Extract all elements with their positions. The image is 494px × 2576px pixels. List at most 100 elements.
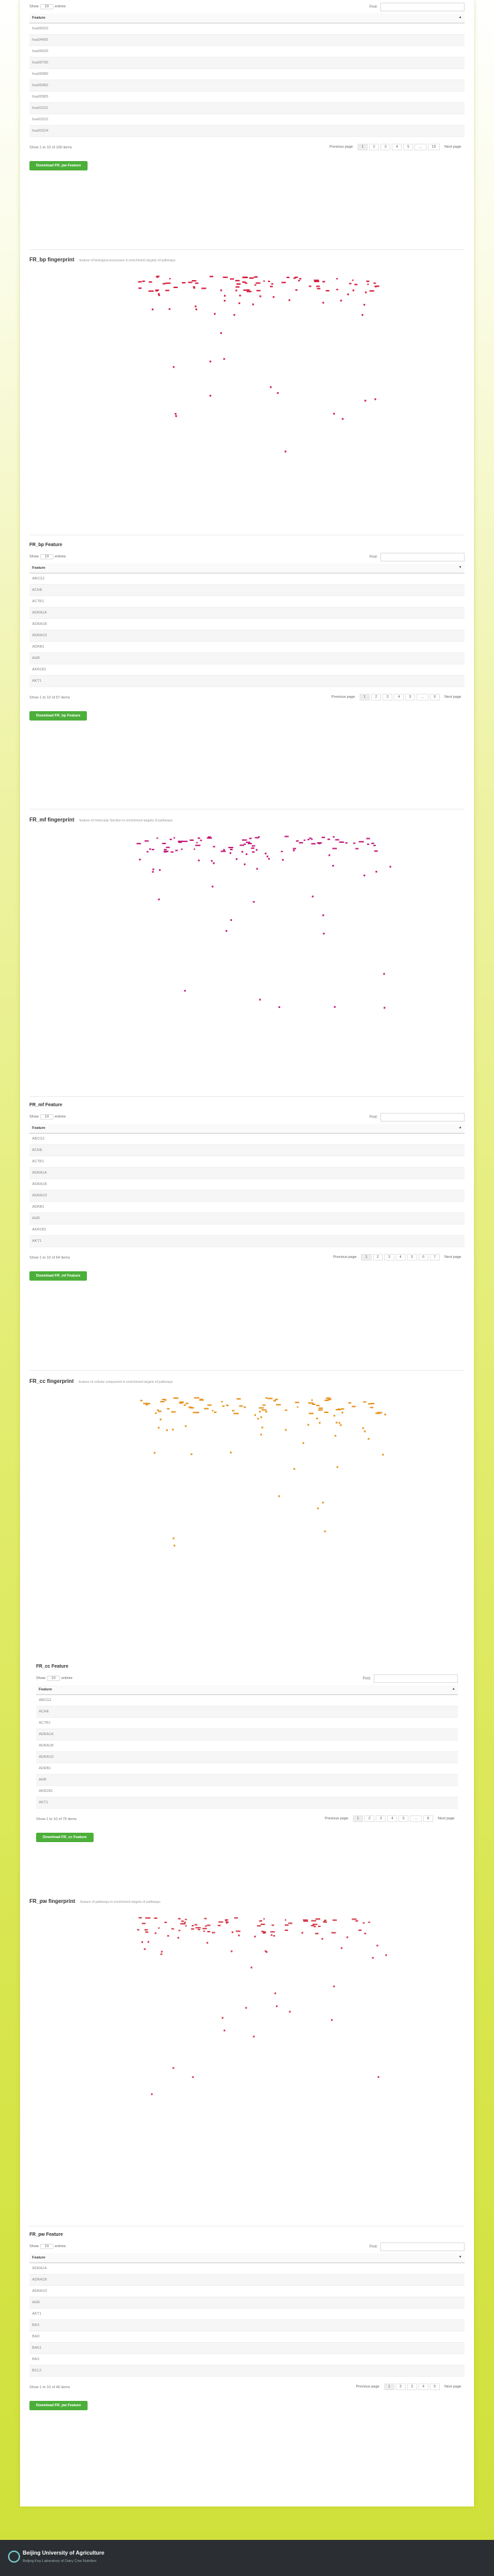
search-input[interactable] — [380, 3, 465, 11]
table-row: ACHE — [29, 1144, 465, 1156]
table-row: BCL2 — [29, 2365, 465, 2377]
fingerprint-mark — [236, 283, 241, 285]
feature-header[interactable]: Feature ▲ — [36, 1685, 458, 1695]
page-button[interactable]: 4 — [418, 2384, 428, 2390]
fingerprint-mark — [314, 279, 320, 281]
page-button[interactable]: 2 — [372, 1254, 383, 1261]
page-button[interactable]: 6 — [418, 1254, 428, 1261]
page-button[interactable]: 7 — [429, 1254, 440, 1261]
prev-page-button[interactable]: Previous page — [326, 144, 356, 150]
feature-header[interactable]: Feature ▼ — [29, 563, 465, 573]
fingerprint-mark — [191, 1928, 195, 1930]
prev-page-button[interactable]: Previous page — [330, 1255, 360, 1260]
fingerprint-mark — [333, 412, 335, 415]
fingerprint-mark — [158, 1426, 160, 1429]
page-button[interactable]: … — [410, 1815, 422, 1822]
fingerprint-mark — [175, 850, 178, 852]
university-name: Beijing University of Agriculture — [23, 2550, 104, 2556]
fingerprint-mark — [241, 839, 247, 841]
search-input[interactable] — [380, 1113, 465, 1122]
download-button[interactable]: Download FR_cc Feature — [36, 1833, 94, 1842]
next-page-button[interactable]: Next page — [441, 694, 465, 700]
page-button[interactable]: 2 — [371, 694, 382, 700]
page-button[interactable]: 8 — [422, 1815, 433, 1822]
page-button[interactable]: 4 — [392, 144, 402, 150]
fingerprint-mark — [247, 843, 252, 845]
next-page-button[interactable]: Next page — [434, 1816, 458, 1821]
page-button[interactable]: 3 — [384, 1254, 394, 1261]
page-button[interactable]: 5 — [398, 1815, 409, 1822]
page-button[interactable]: 5 — [429, 2384, 440, 2390]
fingerprint-mark — [195, 308, 197, 311]
page-button[interactable]: 1 — [357, 144, 368, 150]
fingerprint-mark — [164, 1922, 167, 1924]
search-input[interactable] — [380, 553, 465, 561]
page-button[interactable]: 3 — [380, 144, 391, 150]
page-button[interactable]: 2 — [369, 144, 380, 150]
page-size-select[interactable]: 10 — [39, 2244, 53, 2249]
next-page-button[interactable]: Next page — [441, 144, 465, 150]
page-button[interactable]: 1 — [360, 694, 370, 700]
fingerprint-mark — [223, 299, 226, 302]
page-button[interactable]: 19 — [427, 144, 440, 150]
page-button[interactable]: 1 — [353, 1815, 364, 1822]
page-button[interactable]: 4 — [395, 1254, 406, 1261]
fingerprint-mark — [184, 1425, 187, 1427]
page-size-select[interactable]: 10 — [39, 554, 53, 559]
table-row: hsa00020 — [29, 45, 465, 57]
fingerprint-mark — [263, 1918, 265, 1920]
next-page-button[interactable]: Next page — [441, 1255, 465, 1260]
fingerprint-mark — [172, 1428, 174, 1431]
page-button[interactable]: 3 — [382, 694, 393, 700]
download-button[interactable]: Download FR_mf Feature — [29, 1271, 88, 1281]
download-button[interactable]: Download FR_pw Feature — [29, 2401, 88, 2410]
download-button[interactable]: Download FR_bp Feature — [29, 711, 88, 721]
page-button[interactable]: 5 — [403, 144, 414, 150]
table-row: hsa00983 — [29, 91, 465, 103]
fingerprint-mark — [273, 1400, 276, 1402]
feature-header[interactable]: Feature ▲ — [29, 1124, 465, 1134]
page-size-select[interactable]: 10 — [39, 4, 53, 9]
page-button[interactable]: … — [416, 694, 428, 700]
page-button[interactable]: … — [414, 144, 426, 150]
search-input[interactable] — [374, 1674, 458, 1683]
feature-cell: ABCG2 — [29, 1133, 465, 1145]
fingerprint-mark — [220, 289, 223, 291]
download-button[interactable]: Download FR_pw Feature — [29, 161, 88, 170]
page-button[interactable]: 3 — [406, 2384, 417, 2390]
table-row: ADRA1B — [36, 1740, 458, 1752]
fingerprint-mark — [231, 1950, 233, 1952]
page-button[interactable]: 6 — [429, 694, 440, 700]
page-button[interactable]: 4 — [394, 694, 404, 700]
feature-header[interactable]: Feature ▲ — [29, 13, 465, 23]
page-button[interactable]: 2 — [395, 2384, 406, 2390]
fingerprint-mark — [191, 280, 197, 282]
fingerprint-mark — [256, 868, 258, 870]
page-button[interactable]: 2 — [364, 1815, 375, 1822]
page-size-select[interactable]: 10 — [39, 1114, 53, 1120]
page-button[interactable]: 4 — [387, 1815, 398, 1822]
page-button[interactable]: 1 — [361, 1254, 372, 1261]
page-button[interactable]: 3 — [376, 1815, 386, 1822]
fingerprint-mark — [169, 838, 172, 840]
prev-page-button[interactable]: Previous page — [328, 694, 359, 700]
page-button[interactable]: 5 — [405, 694, 416, 700]
prev-page-button[interactable]: Previous page — [321, 1816, 352, 1821]
fingerprint-mark — [199, 1399, 204, 1401]
fingerprint-mark — [214, 1411, 217, 1413]
pagination: Previous page 1 2 3 4 5 Next page — [352, 2384, 465, 2390]
next-page-button[interactable]: Next page — [441, 2384, 465, 2390]
fingerprint-plot — [140, 1397, 386, 1547]
fingerprint-mark — [147, 1402, 150, 1404]
fingerprint-mark — [189, 839, 194, 841]
page-button[interactable]: 1 — [384, 2384, 394, 2390]
page-button[interactable]: 5 — [406, 1254, 417, 1261]
table-row: ABCG2 — [36, 1694, 458, 1706]
fingerprint-mark — [323, 932, 325, 935]
page-size-control: Show 10 entries — [29, 554, 66, 559]
fingerprint-mark — [368, 1438, 370, 1440]
search-input[interactable] — [380, 2242, 465, 2251]
feature-header[interactable]: Feature ▼ — [29, 2253, 465, 2263]
page-size-select[interactable]: 10 — [46, 1676, 60, 1681]
prev-page-button[interactable]: Previous page — [352, 2384, 383, 2390]
